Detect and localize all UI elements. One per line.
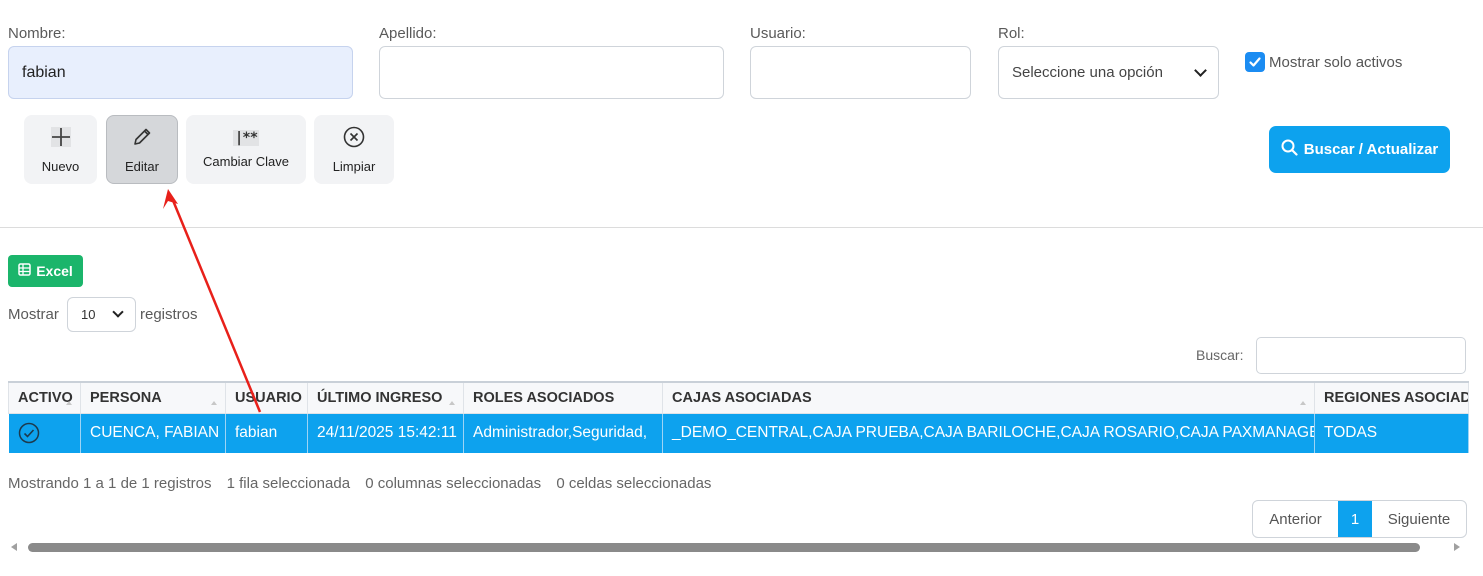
column-header-usuario[interactable]: USUARIO xyxy=(225,381,308,414)
checkbox-checked-icon[interactable] xyxy=(1245,52,1265,72)
column-header-regiones[interactable]: REGIONES ASOCIADAS xyxy=(1314,381,1469,414)
usuario-input[interactable] xyxy=(750,46,971,99)
rol-selected-value: Seleccione una opción xyxy=(1012,64,1163,81)
column-header-persona[interactable]: PERSONA xyxy=(80,381,226,414)
section-divider xyxy=(0,227,1483,228)
buscar-label: Buscar: xyxy=(1196,347,1244,363)
table-row[interactable]: CUENCA, FABIAN fabian 24/11/2025 15:42:1… xyxy=(8,413,1469,453)
showing-info: Mostrando 1 a 1 de 1 registros xyxy=(8,475,212,492)
spreadsheet-icon xyxy=(18,263,31,279)
cell-activo xyxy=(8,413,81,453)
sort-icon xyxy=(66,397,72,405)
rows-selected-info: 1 fila seleccionada xyxy=(226,475,351,492)
column-header-roles[interactable]: ROLES ASOCIADOS xyxy=(463,381,663,414)
sort-icon xyxy=(449,397,455,405)
nuevo-button[interactable]: Nuevo xyxy=(24,115,97,184)
nombre-label: Nombre: xyxy=(8,25,66,42)
column-header-ultimo-ingreso[interactable]: ÚLTIMO INGRESO xyxy=(307,381,464,414)
pencil-icon xyxy=(131,126,153,151)
editar-button[interactable]: Editar xyxy=(106,115,178,184)
chevron-down-icon xyxy=(112,306,124,318)
cell-roles: Administrador,Seguridad, xyxy=(463,413,663,453)
scrollbar-thumb[interactable] xyxy=(28,543,1420,552)
buscar-actualizar-label: Buscar / Actualizar xyxy=(1303,141,1439,158)
registros-label: registros xyxy=(140,306,198,323)
pagination-page-1[interactable]: 1 xyxy=(1338,501,1372,537)
page-length-select[interactable]: 10 xyxy=(67,297,136,332)
apellido-label: Apellido: xyxy=(379,25,437,42)
usuario-label: Usuario: xyxy=(750,25,806,42)
cambiar-clave-label: Cambiar Clave xyxy=(203,154,289,169)
users-table: ACTIVO PERSONA USUARIO ÚLTIMO INGRESO RO… xyxy=(8,381,1469,453)
excel-export-button[interactable]: Excel xyxy=(8,255,83,287)
rol-select[interactable]: Seleccione una opción xyxy=(998,46,1219,99)
buscar-actualizar-button[interactable]: Buscar / Actualizar xyxy=(1269,126,1450,173)
limpiar-button[interactable]: Limpiar xyxy=(314,115,394,184)
cambiar-clave-button[interactable]: |** Cambiar Clave xyxy=(186,115,306,184)
editar-label: Editar xyxy=(125,158,159,174)
mostrar-label: Mostrar xyxy=(8,306,59,323)
rol-label: Rol: xyxy=(998,25,1025,42)
limpiar-label: Limpiar xyxy=(332,158,376,174)
scroll-left-icon[interactable] xyxy=(11,543,17,551)
pagination: Anterior 1 Siguiente xyxy=(1252,500,1467,538)
sort-icon xyxy=(1300,397,1306,405)
excel-label: Excel xyxy=(36,263,73,279)
column-header-cajas[interactable]: CAJAS ASOCIADAS xyxy=(662,381,1315,414)
cell-usuario: fabian xyxy=(225,413,308,453)
nuevo-label: Nuevo xyxy=(41,158,80,174)
check-circle-icon xyxy=(18,423,40,444)
scroll-right-icon[interactable] xyxy=(1454,543,1460,551)
table-search-input[interactable] xyxy=(1256,337,1466,374)
chevron-down-icon xyxy=(1194,63,1207,77)
clear-circle-icon xyxy=(343,126,365,151)
page-length-value: 10 xyxy=(81,307,96,322)
search-icon xyxy=(1281,139,1298,160)
cell-regiones: TODAS xyxy=(1314,413,1469,453)
column-header-activo[interactable]: ACTIVO xyxy=(8,381,81,414)
pagination-previous[interactable]: Anterior xyxy=(1253,501,1338,537)
horizontal-scrollbar[interactable] xyxy=(8,541,1466,554)
cell-cajas: _DEMO_CENTRAL,CAJA PRUEBA,CAJA BARILOCHE… xyxy=(662,413,1315,453)
table-header-row: ACTIVO PERSONA USUARIO ÚLTIMO INGRESO RO… xyxy=(8,381,1469,414)
cell-ultimo-ingreso: 24/11/2025 15:42:11 xyxy=(307,413,464,453)
sort-icon xyxy=(211,397,217,405)
table-info: Mostrando 1 a 1 de 1 registros 1 fila se… xyxy=(8,475,722,492)
columns-selected-info: 0 columnas seleccionadas xyxy=(365,475,542,492)
nombre-value: fabian xyxy=(22,63,66,81)
mostrar-activos-label: Mostrar solo activos xyxy=(1269,53,1403,71)
mostrar-activos-checkbox[interactable]: Mostrar solo activos xyxy=(1245,52,1402,72)
plus-icon xyxy=(50,126,72,151)
cell-persona: CUENCA, FABIAN xyxy=(80,413,226,453)
password-icon: |** xyxy=(232,130,260,146)
pagination-next[interactable]: Siguiente xyxy=(1372,501,1466,537)
apellido-input[interactable] xyxy=(379,46,724,99)
cells-selected-info: 0 celdas seleccionadas xyxy=(556,475,712,492)
nombre-input[interactable]: fabian xyxy=(8,46,353,99)
